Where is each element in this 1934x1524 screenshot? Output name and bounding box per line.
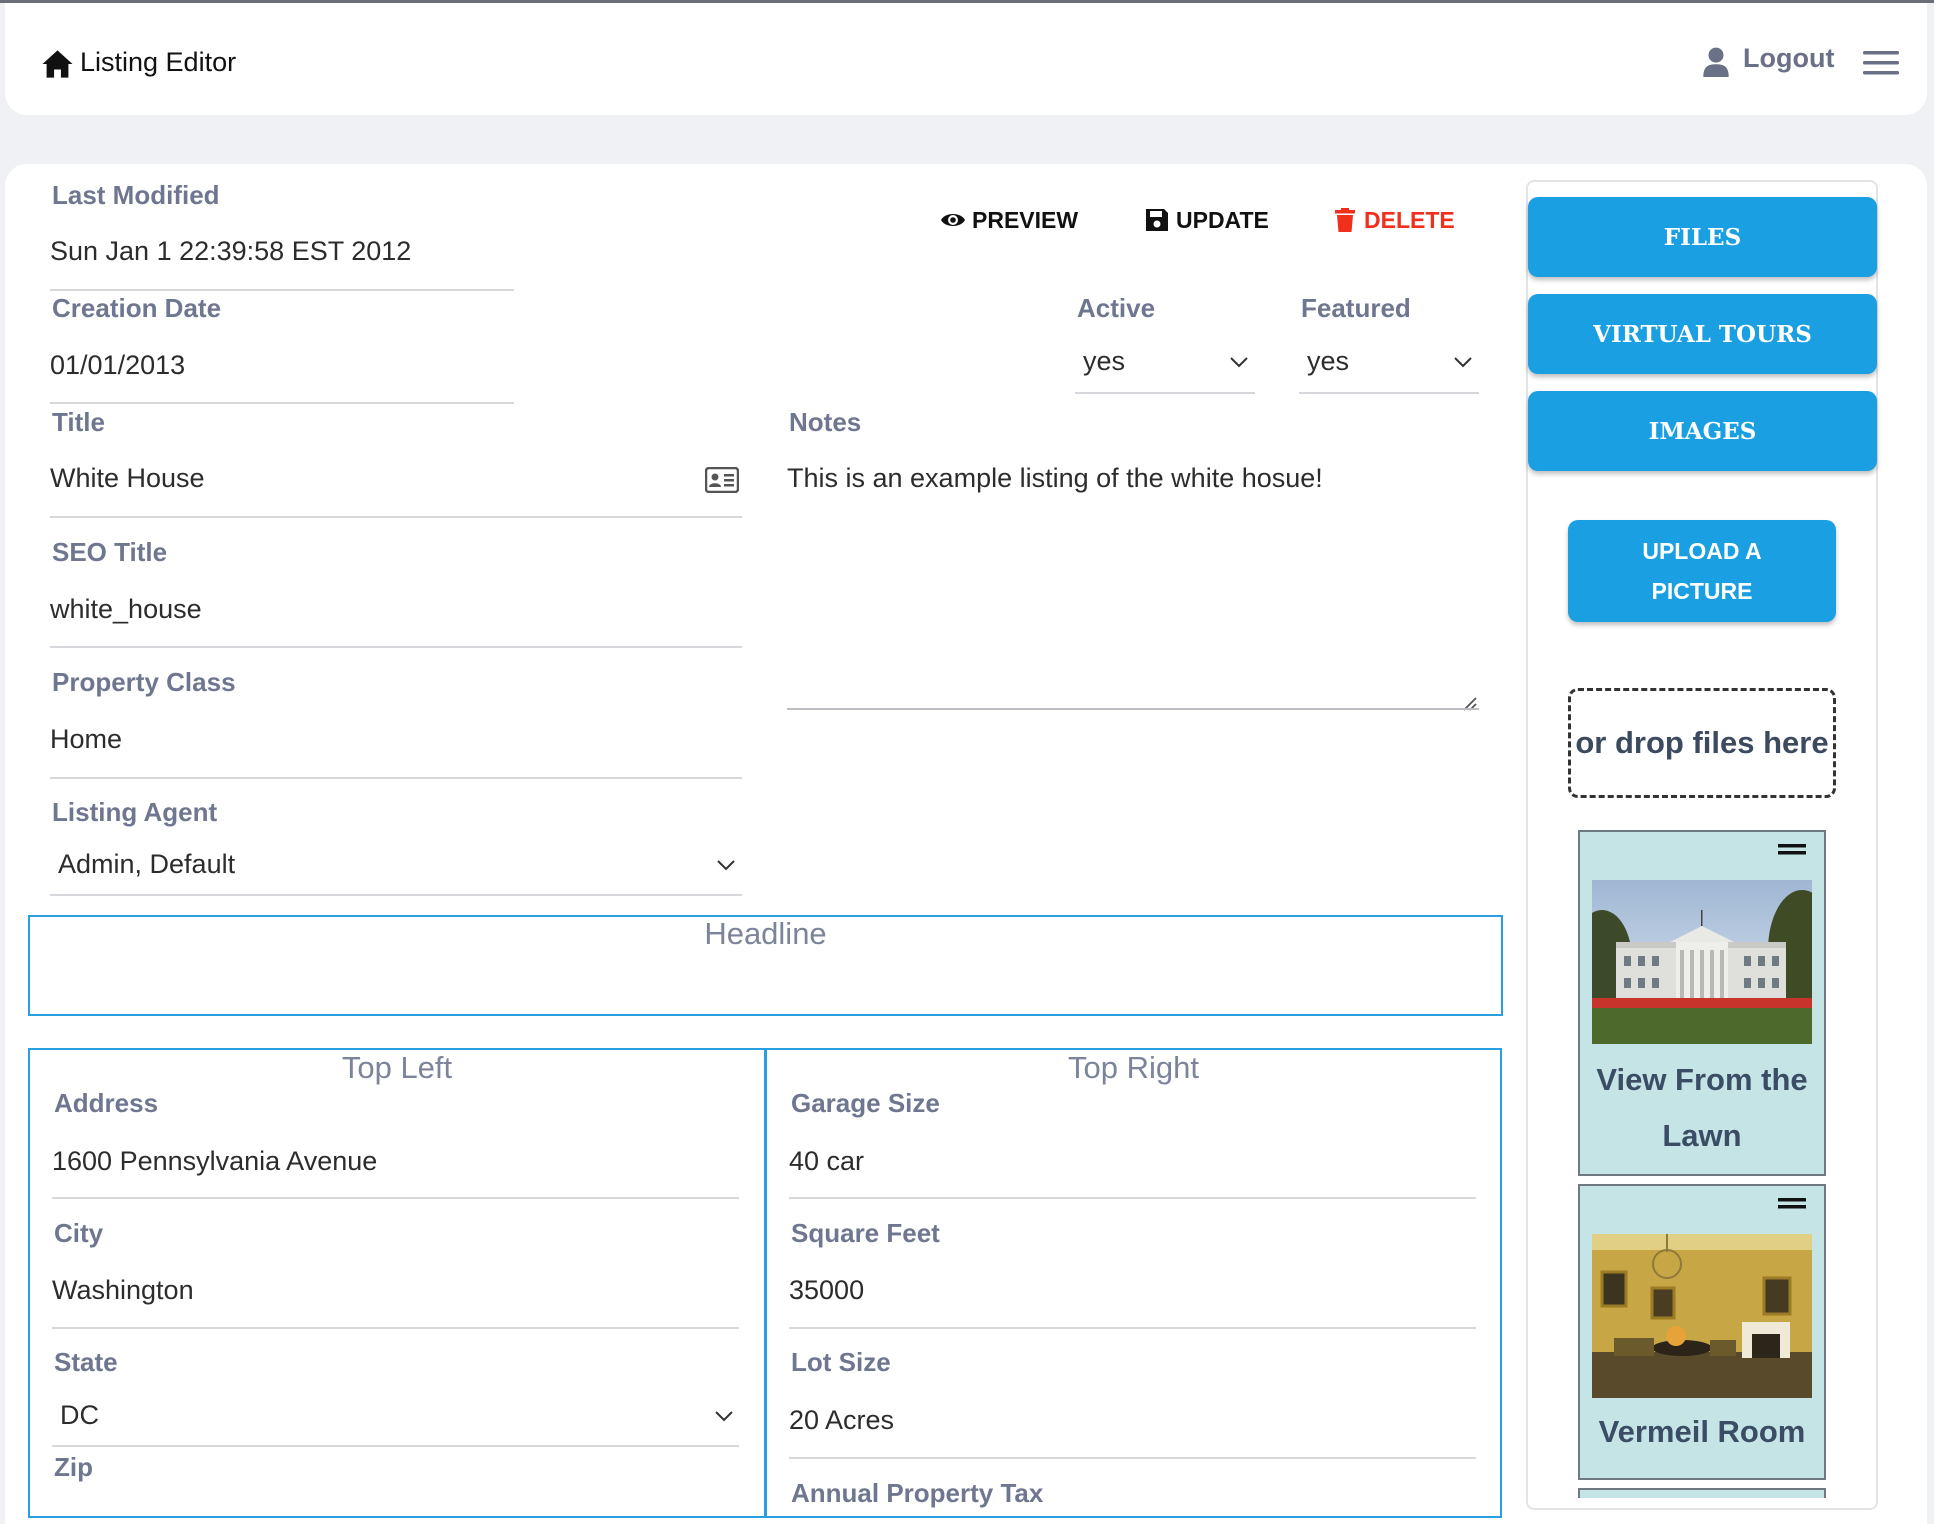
last-modified-underline xyxy=(50,289,514,291)
title-label: Title xyxy=(52,407,105,437)
chevron-down-icon[interactable] xyxy=(716,859,736,871)
drag-handle-icon[interactable] xyxy=(1778,1198,1806,1210)
lot-size-label: Lot Size xyxy=(791,1347,891,1377)
images-button[interactable]: IMAGES xyxy=(1528,391,1877,471)
seo-title-field[interactable]: white_house xyxy=(50,594,202,625)
eye-icon xyxy=(941,214,965,226)
home-icon[interactable] xyxy=(41,49,74,79)
upload-label-line2: PICTURE xyxy=(1651,578,1753,604)
upload-label-line1: UPLOAD A xyxy=(1642,538,1762,564)
chevron-down-icon[interactable] xyxy=(1453,356,1473,368)
featured-underline xyxy=(1299,392,1479,394)
listing-agent-underline xyxy=(50,894,742,896)
image-card[interactable]: Vermeil Room xyxy=(1578,1184,1826,1480)
property-class-field[interactable]: Home xyxy=(50,724,122,755)
annual-tax-label: Annual Property Tax xyxy=(791,1478,1044,1508)
top-left-title: Top Left xyxy=(341,1050,453,1085)
garage-size-field[interactable]: 40 car xyxy=(789,1146,864,1177)
property-class-label: Property Class xyxy=(52,667,236,697)
virtual-tours-button[interactable]: VIRTUAL TOURS xyxy=(1528,294,1877,374)
zip-label: Zip xyxy=(54,1452,93,1482)
featured-select[interactable]: yes xyxy=(1307,346,1349,377)
state-underline xyxy=(52,1445,739,1447)
city-label: City xyxy=(54,1218,104,1248)
listing-agent-select[interactable]: Admin, Default xyxy=(58,849,235,880)
listing-agent-label: Listing Agent xyxy=(52,797,218,827)
garage-size-label: Garage Size xyxy=(791,1088,940,1118)
address-underline xyxy=(52,1197,739,1199)
app-title[interactable]: Listing Editor xyxy=(80,47,236,78)
last-modified-label: Last Modified xyxy=(52,180,220,210)
address-label: Address xyxy=(54,1088,159,1118)
creation-date-label: Creation Date xyxy=(52,293,222,323)
save-icon xyxy=(1146,209,1168,231)
image-caption-line2: Lawn xyxy=(1662,1118,1742,1153)
trash-icon xyxy=(1335,208,1355,232)
notes-label: Notes xyxy=(789,407,862,437)
file-drop-zone[interactable]: or drop files here xyxy=(1568,688,1836,798)
white-house-lawn-image[interactable] xyxy=(1592,880,1812,1044)
active-select[interactable]: yes xyxy=(1083,346,1125,377)
square-feet-field[interactable]: 35000 xyxy=(789,1275,864,1306)
title-underline xyxy=(50,516,742,518)
files-button[interactable]: FILES xyxy=(1528,197,1877,277)
notes-textarea[interactable]: This is an example listing of the white … xyxy=(787,463,1323,494)
chevron-down-icon[interactable] xyxy=(1229,356,1249,368)
featured-label: Featured xyxy=(1301,293,1411,323)
creation-date-field[interactable]: 01/01/2013 xyxy=(50,350,185,381)
contact-card-icon[interactable] xyxy=(705,467,739,493)
creation-date-underline xyxy=(50,402,514,404)
lot-size-field[interactable]: 20 Acres xyxy=(789,1405,894,1436)
lot-size-underline xyxy=(789,1457,1476,1459)
user-icon[interactable] xyxy=(1703,47,1729,77)
notes-underline xyxy=(787,708,1479,710)
top-right-title: Top Right xyxy=(1068,1050,1199,1085)
app-header: Listing Editor Logout xyxy=(5,3,1927,115)
update-label: UPDATE xyxy=(1176,206,1269,233)
square-feet-label: Square Feet xyxy=(791,1218,940,1248)
delete-button[interactable]: DELETE xyxy=(1332,202,1455,238)
city-underline xyxy=(52,1327,739,1329)
image-card[interactable]: View From the Lawn xyxy=(1578,830,1826,1176)
update-button[interactable]: UPDATE xyxy=(1144,202,1269,238)
preview-button[interactable]: PREVIEW xyxy=(940,202,1078,238)
chevron-down-icon[interactable] xyxy=(714,1410,734,1422)
image-caption-line1: Vermeil Room xyxy=(1598,1414,1806,1449)
property-class-underline xyxy=(50,777,742,779)
drag-handle-icon[interactable] xyxy=(1778,844,1806,856)
garage-size-underline xyxy=(789,1197,1476,1199)
title-field[interactable]: White House xyxy=(50,463,205,494)
active-label: Active xyxy=(1077,293,1156,323)
seo-title-underline xyxy=(50,646,742,648)
active-underline xyxy=(1075,392,1255,394)
upload-picture-button[interactable]: UPLOAD A PICTURE xyxy=(1568,520,1836,622)
seo-title-label: SEO Title xyxy=(52,537,168,567)
square-feet-underline xyxy=(789,1327,1476,1329)
hamburger-menu-icon[interactable] xyxy=(1863,49,1899,77)
image-caption-line1: View From the xyxy=(1596,1062,1808,1097)
preview-label: PREVIEW xyxy=(972,206,1079,233)
state-select[interactable]: DC xyxy=(60,1400,99,1431)
image-card-partial[interactable] xyxy=(1578,1488,1826,1498)
last-modified-value: Sun Jan 1 22:39:58 EST 2012 xyxy=(50,236,412,266)
headline-title: Headline xyxy=(704,916,827,951)
logout-link[interactable]: Logout xyxy=(1743,43,1834,74)
address-field[interactable]: 1600 Pennsylvania Avenue xyxy=(52,1146,377,1177)
vermeil-room-image[interactable] xyxy=(1592,1234,1812,1398)
delete-label: DELETE xyxy=(1364,206,1455,233)
city-field[interactable]: Washington xyxy=(52,1275,194,1306)
state-label: State xyxy=(54,1347,118,1377)
